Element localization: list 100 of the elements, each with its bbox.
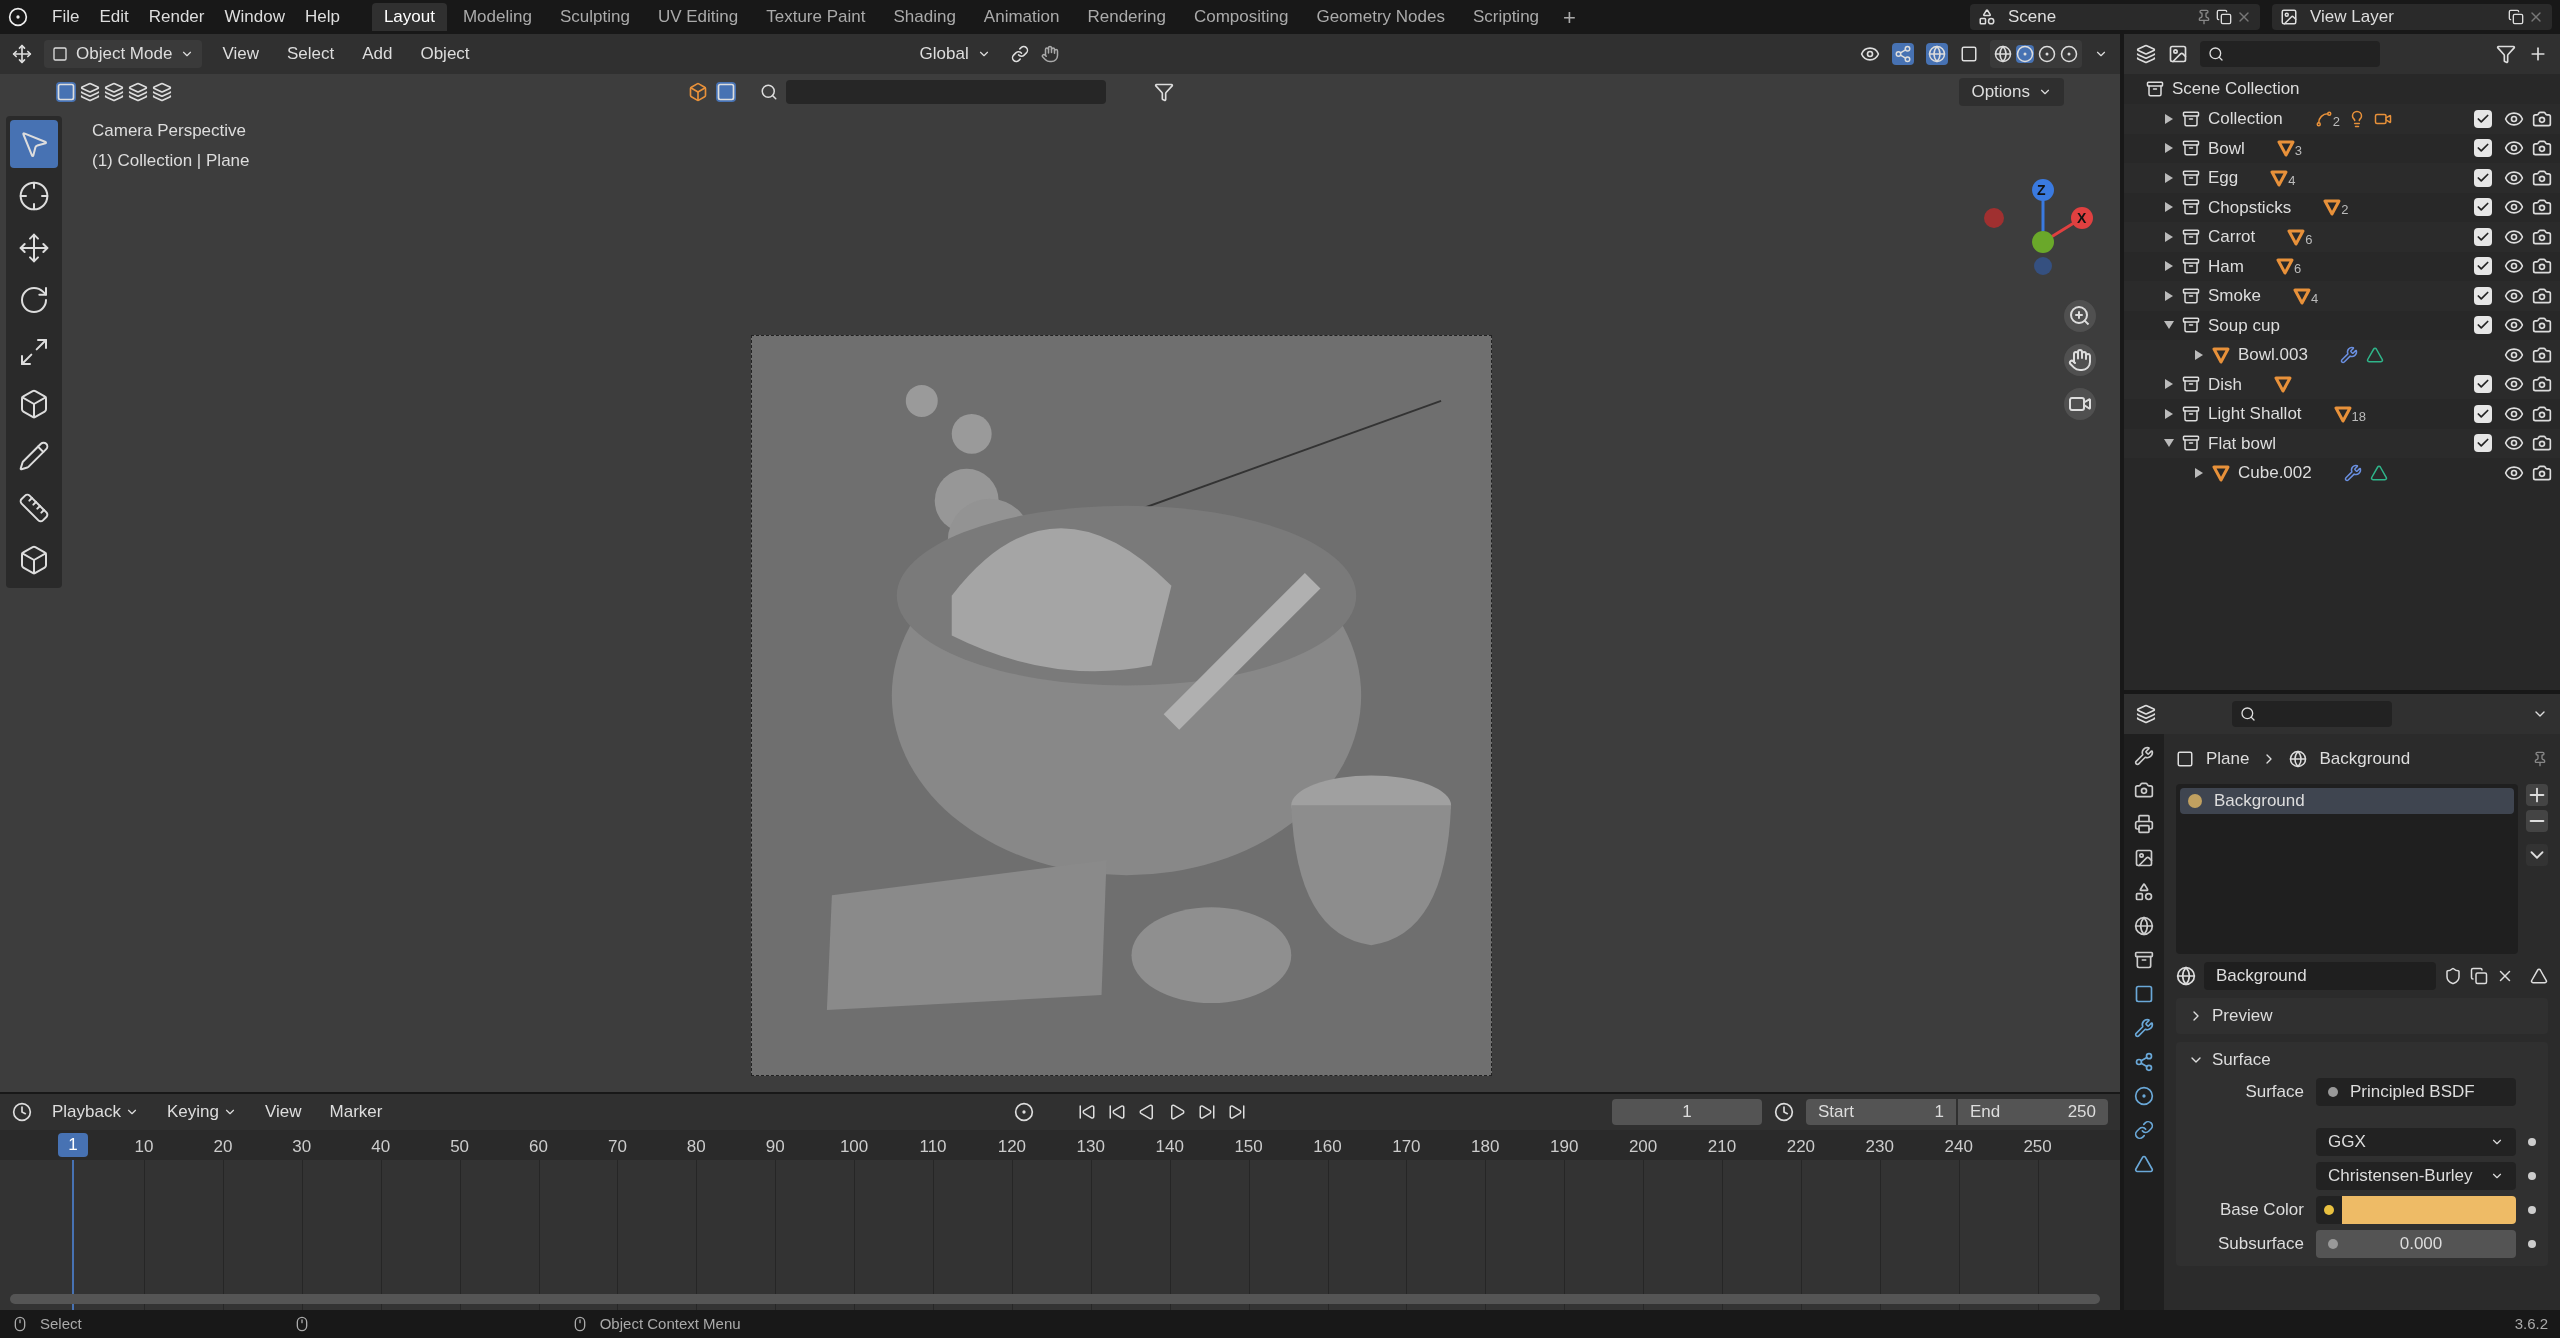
shapes-icon[interactable] (2134, 882, 2154, 902)
outliner-item[interactable]: Ham (2208, 253, 2244, 279)
menu-item[interactable]: View (256, 1099, 310, 1125)
stopwatch-icon[interactable] (1774, 1102, 1794, 1122)
triangle-icon[interactable] (2365, 345, 2384, 364)
dropdown[interactable]: GGX (2316, 1128, 2516, 1156)
workspace-tab[interactable]: Rendering (1075, 3, 1178, 31)
breadcrumb-item[interactable]: Background (2319, 746, 2411, 772)
material-slot[interactable]: Background (2180, 788, 2514, 814)
menu-item[interactable]: Marker (321, 1099, 391, 1125)
gizmo-toggle-button[interactable] (1892, 43, 1914, 65)
material-browse-icon[interactable] (2176, 966, 2196, 986)
expand-arrow-icon[interactable] (2164, 143, 2174, 154)
menu-item[interactable]: File (44, 4, 88, 30)
object-icon[interactable] (716, 82, 736, 102)
copy-icon[interactable] (2508, 9, 2524, 25)
copy-icon[interactable] (2470, 967, 2488, 985)
outliner-item[interactable]: Bowl (2208, 135, 2245, 161)
triangle-icon[interactable] (2369, 463, 2388, 482)
menu-item[interactable]: Help (296, 4, 348, 30)
object-type-icon[interactable] (688, 82, 708, 102)
menu-item[interactable]: Keying (159, 1099, 245, 1125)
add-slot-button[interactable] (2526, 784, 2548, 806)
collapse-arrow-icon[interactable] (2164, 320, 2174, 331)
orbit-icon[interactable] (2134, 1086, 2154, 1106)
select-subtract-icon[interactable] (104, 82, 124, 102)
menu-item[interactable]: View (214, 41, 267, 67)
search-field[interactable] (2232, 701, 2392, 727)
hand-icon[interactable] (2064, 344, 2096, 376)
remove-slot-button[interactable] (2526, 810, 2548, 832)
expand-arrow-icon[interactable] (2164, 379, 2174, 390)
previous-key-icon[interactable] (1108, 1103, 1127, 1121)
menu-item[interactable]: Window (216, 4, 293, 30)
zoom-icon[interactable] (2064, 300, 2096, 332)
slot-menu-button[interactable] (2526, 844, 2548, 866)
editor-type-icon[interactable] (12, 44, 32, 64)
workspace-tab[interactable]: Compositing (1181, 3, 1301, 31)
visibility-checkbox[interactable] (2474, 168, 2492, 187)
outliner-item[interactable]: Dish (2208, 371, 2242, 397)
breadcrumb-item[interactable]: Plane (2206, 746, 2250, 772)
menu-item[interactable]: Add (354, 41, 401, 67)
search-field[interactable] (2200, 41, 2380, 67)
menu-item[interactable]: Playback (44, 1099, 147, 1125)
wrench-icon[interactable] (2343, 463, 2362, 482)
visibility-checkbox[interactable] (2474, 316, 2492, 335)
printer-icon[interactable] (2134, 814, 2154, 834)
video-camera-icon[interactable] (2064, 388, 2096, 420)
outliner-item[interactable]: Bowl.003 (2238, 342, 2308, 368)
play-icon[interactable] (1168, 1103, 1187, 1121)
expand-arrow-icon[interactable] (2164, 113, 2174, 124)
select-cursor-icon[interactable] (10, 120, 58, 168)
wrench-icon[interactable] (2339, 345, 2358, 364)
workspace-tab[interactable]: Sculpting (547, 3, 642, 31)
expand-arrow-icon[interactable] (2164, 408, 2174, 419)
node-graph-icon[interactable] (2134, 1052, 2154, 1072)
outliner-item[interactable]: Cube.002 (2238, 460, 2312, 486)
outliner-item[interactable]: Light Shallot (2208, 401, 2302, 427)
outliner-item[interactable]: Scene Collection (2172, 76, 2300, 102)
expand-arrow-icon[interactable] (2164, 261, 2174, 272)
number-field[interactable]: 0.000 (2316, 1230, 2516, 1258)
filter-icon[interactable] (2496, 44, 2516, 64)
expand-arrow-icon[interactable] (2164, 202, 2174, 213)
workspace-tab[interactable]: Modeling (450, 3, 544, 31)
visibility-checkbox[interactable] (2474, 434, 2492, 453)
visibility-checkbox[interactable] (2474, 109, 2492, 128)
dropdown[interactable]: Christensen-Burley (2316, 1162, 2516, 1190)
xray-icon[interactable] (1960, 45, 1978, 63)
pin-icon[interactable] (2196, 9, 2212, 25)
image-icon[interactable] (2134, 848, 2154, 868)
workspace-tab[interactable]: UV Editing (645, 3, 751, 31)
outliner-item[interactable]: Carrot (2208, 224, 2256, 250)
add-workspace-button[interactable]: + (1555, 0, 1584, 34)
camera-icon[interactable] (2532, 315, 2552, 336)
mode-dropdown[interactable]: Object Mode (44, 40, 203, 68)
select-new-icon[interactable] (56, 82, 76, 102)
visibility-checkbox[interactable] (2474, 375, 2492, 394)
pin-icon[interactable] (2532, 751, 2548, 767)
workspace-tab[interactable]: Geometry Nodes (1304, 3, 1457, 31)
workspace-tab[interactable]: Scripting (1460, 3, 1552, 31)
select-extend-icon[interactable] (80, 82, 100, 102)
overlay-toggle-button[interactable] (1926, 43, 1948, 65)
expand-arrow-icon[interactable] (2194, 349, 2204, 360)
camera-icon[interactable] (2532, 138, 2552, 159)
editor-type-icon[interactable] (2136, 704, 2156, 724)
menu-item[interactable]: Edit (91, 4, 137, 30)
wrench-icon[interactable] (2134, 746, 2154, 766)
copy-icon[interactable] (2216, 9, 2232, 25)
panel-header[interactable]: Surface (2176, 1042, 2548, 1078)
shading-mode-bar[interactable] (1990, 40, 2082, 68)
menu-item[interactable]: Object (412, 41, 478, 67)
playhead-frame[interactable]: 1 (58, 1133, 88, 1157)
visibility-checkbox[interactable] (2474, 139, 2492, 158)
fake-user-icon[interactable] (2444, 967, 2462, 985)
expand-arrow-icon[interactable] (2164, 172, 2174, 183)
visibility-icon[interactable] (1860, 44, 1880, 64)
record-icon[interactable] (1014, 1102, 1035, 1122)
visibility-checkbox[interactable] (2474, 404, 2492, 423)
material-name-field[interactable]: Background (2204, 962, 2436, 990)
shader-field[interactable]: Principled BSDF (2316, 1078, 2516, 1106)
next-key-icon[interactable] (1198, 1103, 1217, 1121)
